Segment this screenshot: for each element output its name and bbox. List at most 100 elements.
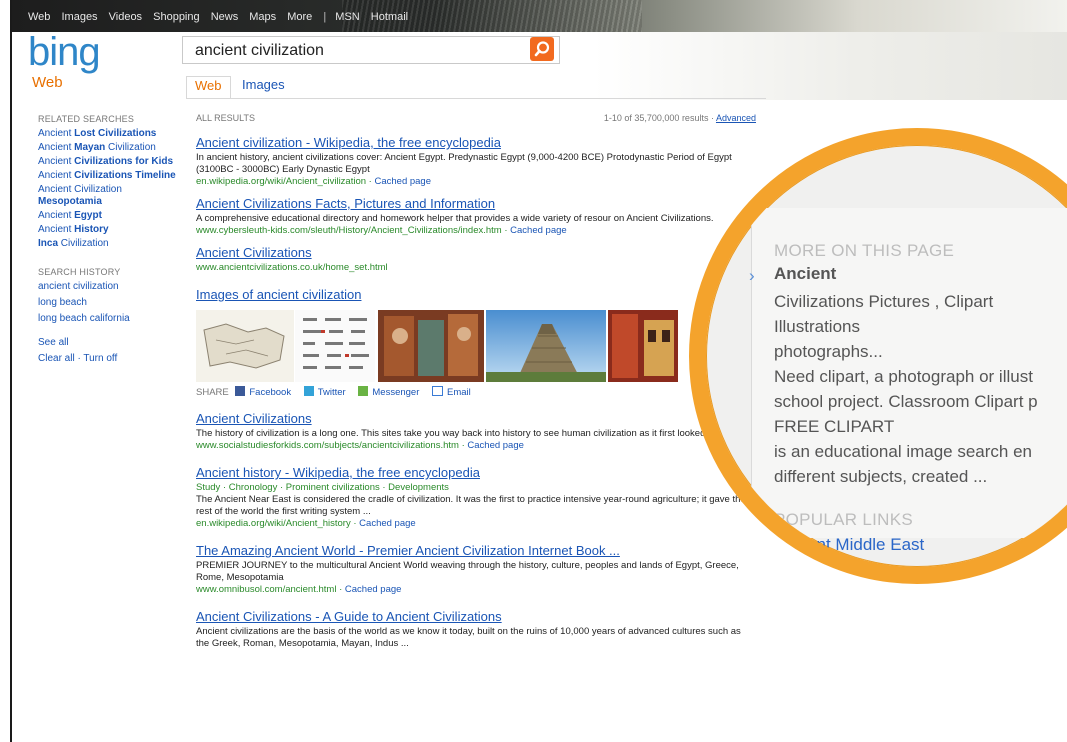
result-snippet: The history of civilization is a long on… [196,428,709,439]
result-title-link[interactable]: Ancient civilization - Wikipedia, the fr… [196,135,501,150]
related-search-item[interactable]: Ancient Civilizations Timeline [38,170,178,182]
result-url: www.socialstudiesforkids.com/subjects/an… [196,440,524,451]
share-bar: SHARE Facebook Twitter Messenger Email [196,386,756,398]
result-title-link[interactable]: The Amazing Ancient World - Premier Anci… [196,543,620,558]
tab-web[interactable]: Web [186,76,231,99]
related-search-item[interactable]: Inca Civilization [38,238,178,250]
related-searches-heading: RELATED SEARCHES [38,114,135,124]
search-result: Ancient Civilizations - A Guide to Ancie… [196,608,756,650]
result-title-link[interactable]: Ancient Civilizations [196,245,312,260]
thumbnail-chart[interactable] [295,310,375,382]
topnav-images[interactable]: Images [61,11,97,23]
magnifier-content: MORE ON THIS PAGE › Ancient Civilization… [706,145,1067,567]
result-snippet: Ancient civilizations are the basis of t… [196,626,741,649]
share-facebook-link[interactable]: Facebook [249,387,291,398]
cached-page-link[interactable]: Cached page [510,225,567,236]
result-title-link[interactable]: Ancient history - Wikipedia, the free en… [196,465,480,480]
results-column: ALL RESULTS 1-10 of 35,700,000 results ·… [196,113,756,650]
result-url: en.wikipedia.org/wiki/Ancient_civilizati… [196,176,432,187]
related-search-item[interactable]: Ancient Civilization Mesopotamia [38,184,178,208]
top-navigation-bar: Web Images Videos Shopping News Maps Mor… [12,0,1067,32]
result-snippet: A comprehensive educational directory an… [196,213,714,224]
cached-page-link[interactable]: Cached page [374,176,431,187]
result-snippet: The Ancient Near East is considered the … [196,494,746,517]
popular-links-heading: POPULAR LINKS [774,510,914,529]
preview-title: Ancient [774,264,837,283]
topnav-hotmail[interactable]: Hotmail [371,11,408,23]
search-result: Ancient history - Wikipedia, the free en… [196,464,756,530]
thumbnail-map[interactable] [196,310,294,382]
search-result: Ancient Civilizations The history of civ… [196,410,756,452]
result-url: en.wikipedia.org/wiki/Ancient_history · … [196,518,416,529]
cached-page-link[interactable]: Cached page [345,584,402,595]
advanced-link[interactable]: Advanced [716,113,756,123]
chevron-right-icon[interactable]: › [749,266,755,286]
email-icon [432,386,444,396]
history-item[interactable]: ancient civilization [38,281,178,293]
see-all-link[interactable]: See all [38,337,178,349]
topnav-news[interactable]: News [211,11,239,23]
related-search-item[interactable]: Ancient Mayan Civilization [38,142,178,154]
thumbnail-pyramid[interactable] [486,310,606,382]
related-search-item[interactable]: Ancient Civilizations for Kids [38,156,178,168]
sidebar: RELATED SEARCHES Ancient Lost Civilizati… [38,113,178,369]
result-deep-links[interactable]: Study · Chronology · Prominent civilizat… [196,482,756,494]
messenger-icon [358,386,369,396]
search-icon [534,41,550,57]
thumbnail-mural[interactable] [378,310,484,382]
result-url: www.ancientcivilizations.co.uk/home_set.… [196,262,388,273]
screenshot-frame: Web Images Videos Shopping News Maps Mor… [0,0,1067,742]
vertical-label: Web [32,74,63,91]
clear-all-link[interactable]: Clear all · Turn off [38,353,178,365]
bing-logo[interactable]: bing [28,30,101,75]
top-nav-links: Web Images Videos Shopping News Maps Mor… [28,11,416,23]
result-snippet: PREMIER JOURNEY to the multicultural Anc… [196,560,739,583]
share-email-link[interactable]: Email [447,387,471,398]
result-url: www.cybersleuth-kids.com/sleuth/History/… [196,225,567,236]
topnav-separator: | [323,11,327,23]
topnav-videos[interactable]: Videos [109,11,142,23]
tab-divider [186,98,766,99]
search-button[interactable] [530,37,554,61]
share-label: SHARE [196,387,229,398]
related-search-item[interactable]: Ancient Lost Civilizations [38,128,178,140]
preview-text: Civilizations Pictures , Clipart Illustr… [774,292,1038,486]
popular-link[interactable]: Ancient Middle East [774,535,924,555]
search-box [182,36,560,64]
images-block-title-link[interactable]: Images of ancient civilization [196,287,361,302]
cached-page-link[interactable]: Cached page [467,440,524,451]
topnav-maps[interactable]: Maps [249,11,276,23]
share-messenger-link[interactable]: Messenger [372,387,419,398]
history-item[interactable]: long beach california [38,313,178,325]
related-search-item[interactable]: Ancient Egypt [38,210,178,222]
browser-page: Web Images Videos Shopping News Maps Mor… [10,0,1067,742]
result-snippet: In ancient history, ancient civilization… [196,152,732,175]
search-result: The Amazing Ancient World - Premier Anci… [196,542,756,596]
result-title-link[interactable]: Ancient Civilizations [196,411,312,426]
twitter-icon [303,386,314,396]
all-results-label: ALL RESULTS [196,113,256,123]
cached-page-link[interactable]: Cached page [359,518,416,529]
tab-images[interactable]: Images [234,76,293,98]
images-result-block: Images of ancient civilization SHARE Fac… [196,286,756,398]
search-result: Ancient civilization - Wikipedia, the fr… [196,134,756,188]
thumbnail-temple[interactable] [608,310,678,382]
search-input[interactable] [195,41,515,61]
topnav-shopping[interactable]: Shopping [153,11,200,23]
search-result: Ancient Civilizations www.ancientciviliz… [196,244,756,274]
results-header: ALL RESULTS 1-10 of 35,700,000 results ·… [196,113,756,127]
facebook-icon [235,386,246,396]
share-twitter-link[interactable]: Twitter [318,387,346,398]
topnav-more[interactable]: More [287,11,312,23]
topnav-web[interactable]: Web [28,11,50,23]
related-search-item[interactable]: Ancient History [38,224,178,236]
result-url: www.omnibusol.com/ancient.html · Cached … [196,584,402,595]
results-count: 1-10 of 35,700,000 results · Advanced [603,113,756,123]
more-on-this-page-heading: MORE ON THIS PAGE [774,241,955,260]
history-item[interactable]: long beach [38,297,178,309]
search-result: Ancient Civilizations Facts, Pictures an… [196,195,756,237]
result-title-link[interactable]: Ancient Civilizations Facts, Pictures an… [196,196,495,211]
magnifier-callout: MORE ON THIS PAGE › Ancient Civilization… [689,128,1067,584]
result-title-link[interactable]: Ancient Civilizations - A Guide to Ancie… [196,609,502,624]
topnav-msn[interactable]: MSN [335,11,359,23]
